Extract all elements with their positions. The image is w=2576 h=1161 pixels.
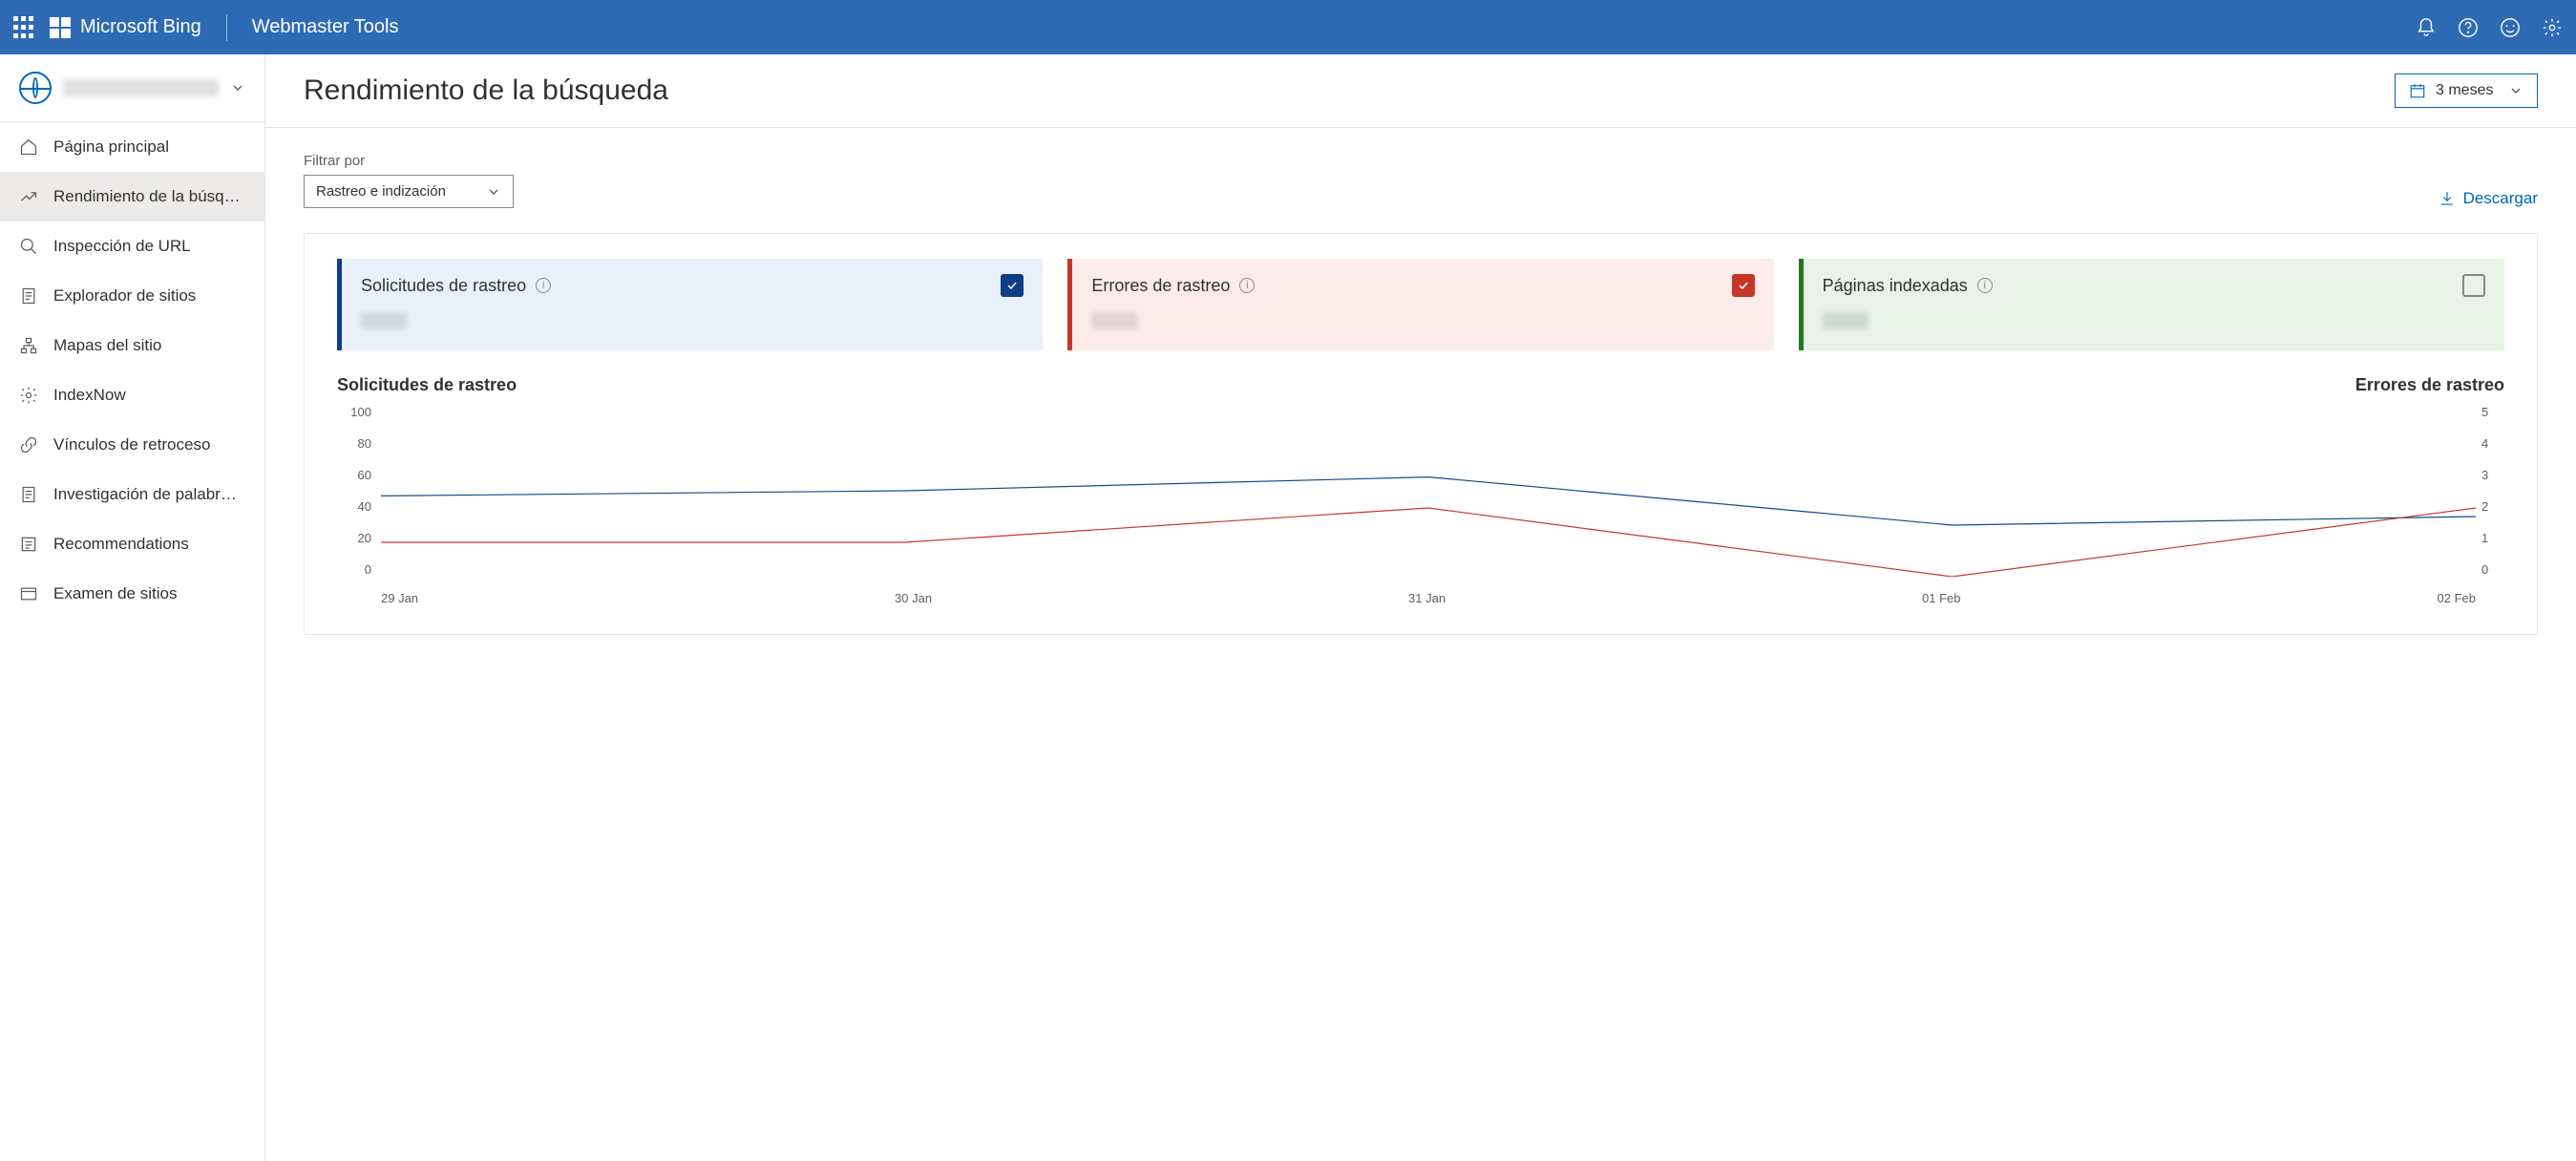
sidebar-item-label: Examen de sitios — [53, 584, 177, 603]
app-header: Microsoft Bing Webmaster Tools — [0, 0, 2576, 54]
download-label: Descargar — [2463, 189, 2538, 208]
sidebar-item-label: Mapas del sitio — [53, 336, 161, 355]
document-icon — [19, 485, 38, 504]
info-icon[interactable]: i — [1239, 278, 1255, 293]
chevron-down-icon — [486, 184, 501, 200]
sidebar-item-label: Explorador de sitios — [53, 286, 196, 306]
home-icon — [19, 137, 38, 157]
sidebar: Página principal Rendimiento de la búsqu… — [0, 54, 265, 1161]
metrics-panel: Solicitudes de rastreo i Errores de rast… — [304, 233, 2538, 635]
card-value-redacted — [1091, 312, 1137, 329]
card-crawl-requests[interactable]: Solicitudes de rastreo i — [337, 259, 1043, 350]
card-checkbox[interactable] — [1732, 274, 1755, 297]
sidebar-item-label: IndexNow — [53, 386, 126, 405]
y-left-ticks: 100 80 60 40 20 0 — [337, 405, 371, 577]
sitemap-icon — [19, 336, 38, 355]
chevron-down-icon — [230, 80, 245, 95]
info-icon[interactable]: i — [1977, 278, 1993, 293]
y-right-ticks: 5 4 3 2 1 0 — [2481, 405, 2504, 577]
settings-icon[interactable] — [2542, 17, 2563, 38]
sidebar-item-label: Investigación de palabras ... — [53, 485, 245, 504]
sidebar-item-sitemaps[interactable]: Mapas del sitio — [0, 321, 264, 370]
sidebar-item-site-explorer[interactable]: Explorador de sitios — [0, 271, 264, 321]
sidebar-item-url-inspection[interactable]: Inspección de URL — [0, 222, 264, 271]
help-icon[interactable] — [2458, 17, 2479, 38]
search-icon — [19, 237, 38, 256]
sidebar-item-indexnow[interactable]: IndexNow — [0, 370, 264, 420]
chevron-down-icon — [2508, 83, 2523, 98]
chart-left-axis-title: Solicitudes de rastreo — [337, 375, 517, 395]
sidebar-item-label: Rendimiento de la búsque... — [53, 187, 245, 206]
sidebar-item-search-performance[interactable]: Rendimiento de la búsque... — [0, 172, 264, 222]
sidebar-item-backlinks[interactable]: Vínculos de retroceso — [0, 420, 264, 470]
check-icon — [1737, 279, 1750, 292]
card-checkbox[interactable] — [1001, 274, 1024, 297]
microsoft-logo-icon — [50, 17, 71, 38]
calendar-icon — [2409, 82, 2426, 99]
card-title: Páginas indexadas — [1823, 276, 1968, 296]
site-name-redacted — [63, 79, 219, 96]
sidebar-item-keyword-research[interactable]: Investigación de palabras ... — [0, 470, 264, 519]
page-title: Rendimiento de la búsqueda — [304, 74, 668, 107]
card-indexed-pages[interactable]: Páginas indexadas i — [1799, 259, 2504, 350]
sidebar-item-home[interactable]: Página principal — [0, 122, 264, 172]
filter-value: Rastreo e indización — [316, 183, 446, 200]
brand-text: Microsoft Bing — [80, 16, 201, 38]
filter-label: Filtrar por — [304, 153, 514, 169]
sidebar-item-label: Vínculos de retroceso — [53, 435, 210, 454]
sidebar-item-site-scan[interactable]: Examen de sitios — [0, 569, 264, 619]
x-labels: 29 Jan 30 Jan 31 Jan 01 Feb 02 Feb — [381, 591, 2476, 605]
main-content: Rendimiento de la búsqueda 3 meses Filtr… — [265, 54, 2576, 1161]
link-icon — [19, 435, 38, 454]
line-chart: 100 80 60 40 20 0 5 4 3 2 1 0 — [337, 405, 2504, 605]
date-range-label: 3 meses — [2436, 82, 2493, 99]
sidebar-item-recommendations[interactable]: Recommendations — [0, 519, 264, 569]
sidebar-item-label: Inspección de URL — [53, 237, 191, 256]
product-name[interactable]: Webmaster Tools — [252, 16, 399, 38]
document-icon — [19, 286, 38, 306]
card-value-redacted — [1823, 312, 1869, 329]
list-icon — [19, 535, 38, 554]
check-icon — [1005, 279, 1019, 292]
feedback-icon[interactable] — [2500, 17, 2521, 38]
card-title: Errores de rastreo — [1091, 276, 1230, 296]
card-value-redacted — [361, 312, 407, 329]
bell-icon[interactable] — [2416, 17, 2437, 38]
globe-icon — [19, 72, 52, 104]
divider — [226, 14, 227, 41]
sidebar-item-label: Página principal — [53, 137, 169, 157]
card-title: Solicitudes de rastreo — [361, 276, 526, 296]
scan-icon — [19, 584, 38, 603]
chart-right-axis-title: Errores de rastreo — [2355, 375, 2504, 395]
chart-svg — [381, 405, 2476, 577]
trend-icon — [19, 187, 38, 206]
site-selector[interactable] — [0, 54, 264, 122]
card-checkbox[interactable] — [2462, 274, 2485, 297]
app-launcher-icon[interactable] — [13, 16, 36, 39]
brand[interactable]: Microsoft Bing — [50, 16, 201, 38]
card-crawl-errors[interactable]: Errores de rastreo i — [1067, 259, 1773, 350]
download-icon — [2439, 190, 2456, 207]
info-icon[interactable]: i — [536, 278, 551, 293]
download-button[interactable]: Descargar — [2439, 189, 2538, 208]
gear-icon — [19, 386, 38, 405]
filter-select[interactable]: Rastreo e indización — [304, 175, 514, 208]
sidebar-item-label: Recommendations — [53, 535, 189, 554]
date-range-select[interactable]: 3 meses — [2395, 74, 2538, 108]
